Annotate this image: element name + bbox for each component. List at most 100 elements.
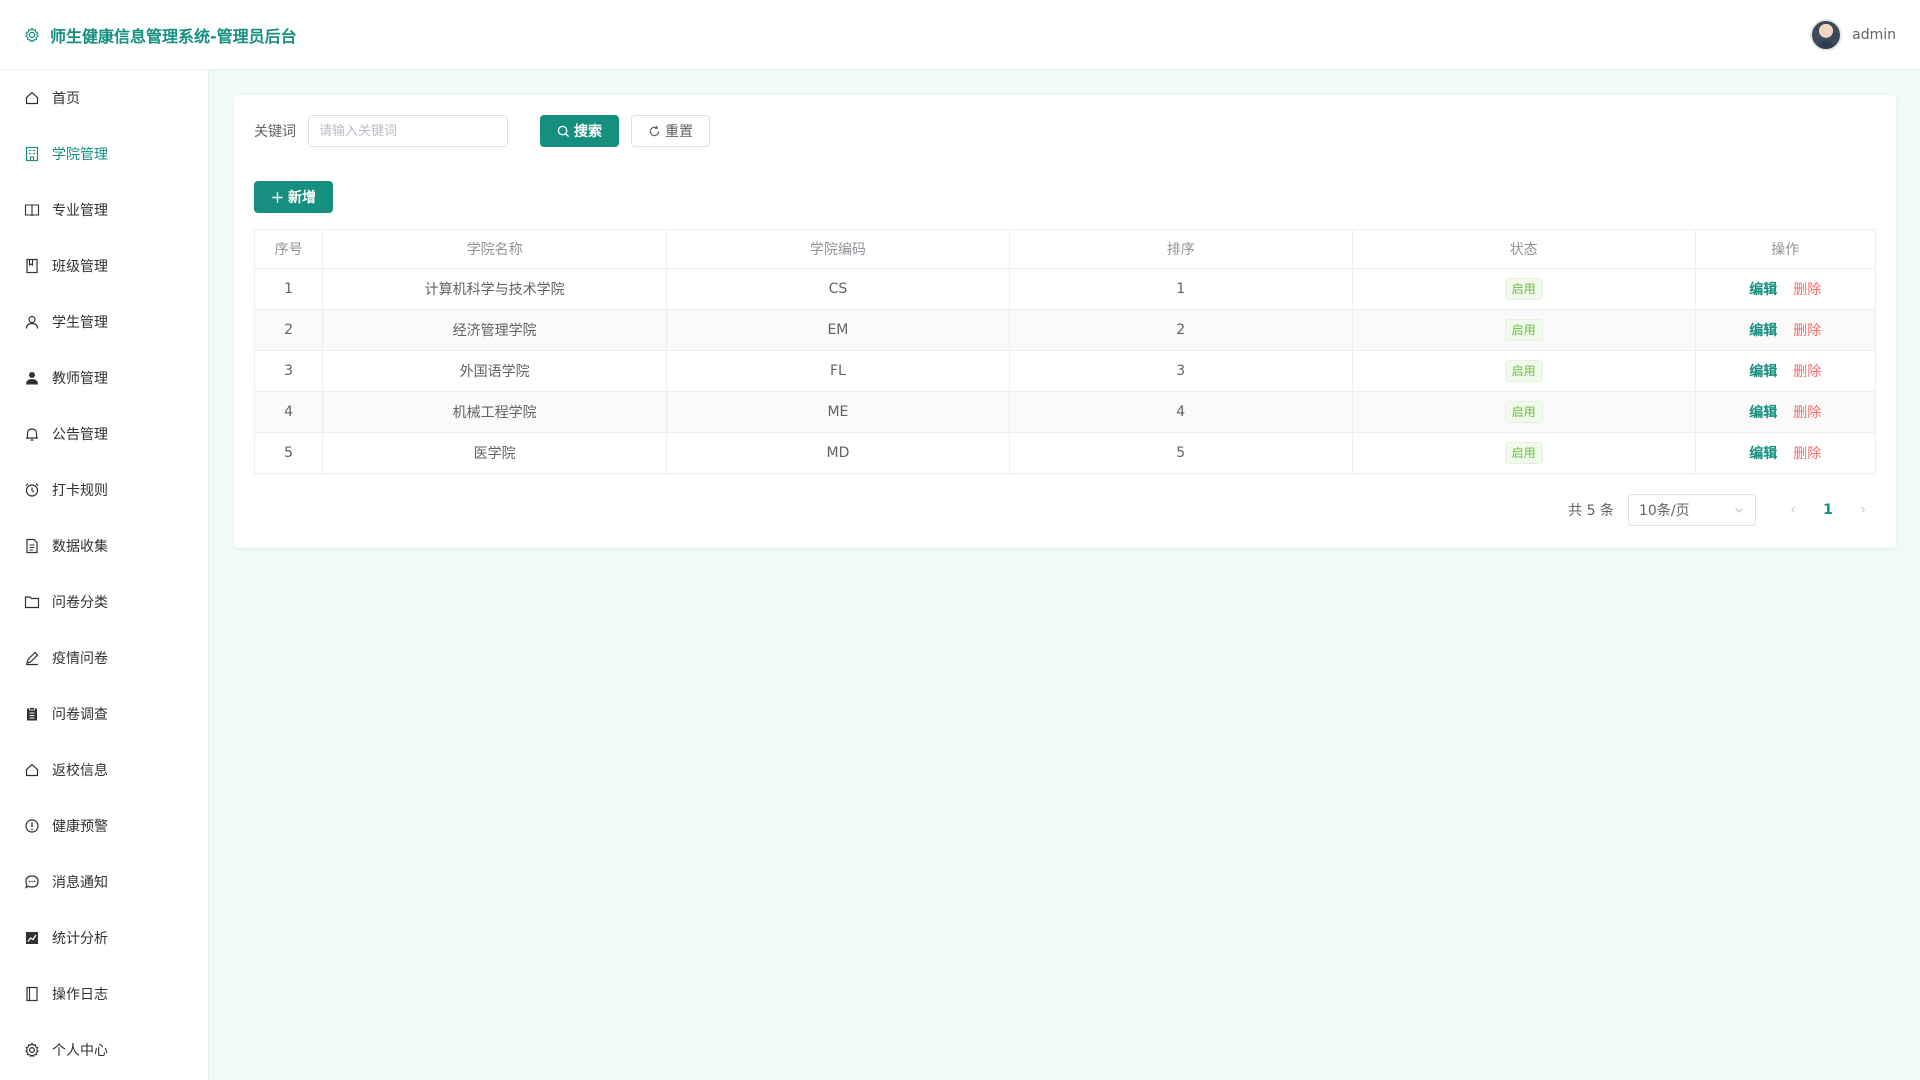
keyword-input[interactable] <box>308 115 508 147</box>
cell-code: CS <box>666 268 1010 310</box>
log-book-icon <box>26 986 38 1002</box>
building-icon <box>25 146 39 162</box>
sidebar-item-major[interactable]: 专业管理 <box>0 182 208 238</box>
cell-index: 3 <box>253 350 324 392</box>
cell-code: ME <box>666 391 1010 433</box>
edit-link[interactable]: 编辑 <box>1749 405 1777 421</box>
delete-link[interactable]: 删除 <box>1793 405 1821 421</box>
table-row: 2 经济管理学院 EM 2 启用 编辑 删除 <box>253 309 1877 351</box>
delete-link[interactable]: 删除 <box>1793 323 1821 339</box>
sidebar-item-label: 班级管理 <box>52 259 108 275</box>
cell-name: 计算机科学与技术学院 <box>322 268 667 310</box>
folder-icon <box>24 596 40 609</box>
cell-status: 启用 <box>1351 309 1696 351</box>
cell-name: 医学院 <box>322 432 667 474</box>
column-header-sort: 排序 <box>1008 229 1353 269</box>
sidebar-item-college[interactable]: 学院管理 <box>0 126 208 182</box>
delete-link[interactable]: 删除 <box>1793 282 1821 298</box>
cell-actions: 编辑 删除 <box>1694 268 1877 310</box>
cell-status: 启用 <box>1351 268 1696 310</box>
delete-link[interactable]: 删除 <box>1793 364 1821 380</box>
document-icon <box>26 538 38 554</box>
sidebar-item-label: 问卷分类 <box>52 595 108 611</box>
username[interactable]: admin <box>1852 27 1896 43</box>
page-size-select[interactable]: 10条/页 <box>1628 494 1756 526</box>
sidebar-item-label: 公告管理 <box>52 427 108 443</box>
house-icon <box>25 763 39 777</box>
cell-actions: 编辑 删除 <box>1694 309 1877 351</box>
sidebar-item-profile[interactable]: 个人中心 <box>0 1022 208 1078</box>
search-button[interactable]: 搜索 <box>540 115 619 147</box>
sidebar-item-questionnaire-category[interactable]: 问卷分类 <box>0 574 208 630</box>
sidebar-item-label: 消息通知 <box>52 875 108 891</box>
cell-code: EM <box>666 309 1010 351</box>
column-header-status: 状态 <box>1351 229 1696 269</box>
sidebar-item-label: 数据收集 <box>52 539 108 555</box>
notebook-icon <box>26 258 38 274</box>
cell-name: 经济管理学院 <box>322 309 667 351</box>
status-badge: 启用 <box>1504 401 1543 423</box>
reset-button[interactable]: 重置 <box>631 115 710 147</box>
delete-link[interactable]: 删除 <box>1793 446 1821 462</box>
sidebar: 首页 学院管理 专业管理 班级管理 学生管理 教师管理 公告管理 打卡规则 数据… <box>0 70 209 1080</box>
sidebar-item-class[interactable]: 班级管理 <box>0 238 208 294</box>
cell-index: 4 <box>253 391 324 433</box>
keyword-label: 关键词 <box>254 124 296 140</box>
cell-actions: 编辑 删除 <box>1694 391 1877 433</box>
warning-icon <box>25 819 39 833</box>
next-page-button[interactable]: › <box>1854 502 1872 518</box>
user-menu[interactable]: admin <box>1810 18 1896 51</box>
main-card: 关键词 搜索 重置 新增 序号 学院名称 学院编码 排序 状态 操作 <box>234 95 1896 548</box>
cell-name: 机械工程学院 <box>322 391 667 433</box>
app-title: 师生健康信息管理系统-管理员后台 <box>50 26 297 46</box>
add-button-label: 新增 <box>288 190 316 206</box>
sidebar-item-return-info[interactable]: 返校信息 <box>0 742 208 798</box>
table-row: 3 外国语学院 FL 3 启用 编辑 删除 <box>253 350 1877 392</box>
reset-button-label: 重置 <box>665 124 693 140</box>
cell-index: 2 <box>253 309 324 351</box>
sidebar-item-messages[interactable]: 消息通知 <box>0 854 208 910</box>
avatar[interactable] <box>1810 18 1843 51</box>
column-header-name: 学院名称 <box>322 229 667 269</box>
chat-icon <box>25 875 39 889</box>
sidebar-item-checkin-rules[interactable]: 打卡规则 <box>0 462 208 518</box>
add-button[interactable]: 新增 <box>254 181 333 213</box>
bell-icon <box>26 428 38 441</box>
status-badge: 启用 <box>1504 360 1543 382</box>
cell-actions: 编辑 删除 <box>1694 350 1877 392</box>
column-header-actions: 操作 <box>1694 229 1877 269</box>
cell-sort: 3 <box>1008 350 1353 392</box>
sidebar-item-operation-log[interactable]: 操作日志 <box>0 966 208 1022</box>
sidebar-item-health-warning[interactable]: 健康预警 <box>0 798 208 854</box>
sidebar-item-announcement[interactable]: 公告管理 <box>0 406 208 462</box>
edit-link[interactable]: 编辑 <box>1749 323 1777 339</box>
cell-actions: 编辑 删除 <box>1694 432 1877 474</box>
cell-sort: 2 <box>1008 309 1353 351</box>
sidebar-item-label: 首页 <box>52 91 80 107</box>
brand: 师生健康信息管理系统-管理员后台 <box>24 23 297 47</box>
sidebar-item-label: 问卷调查 <box>52 707 108 723</box>
sidebar-item-teacher[interactable]: 教师管理 <box>0 350 208 406</box>
sidebar-item-label: 疫情问卷 <box>52 651 108 667</box>
sidebar-item-statistics[interactable]: 统计分析 <box>0 910 208 966</box>
sidebar-item-epidemic-questionnaire[interactable]: 疫情问卷 <box>0 630 208 686</box>
sidebar-item-home[interactable]: 首页 <box>0 70 208 126</box>
edit-link[interactable]: 编辑 <box>1749 446 1777 462</box>
table-row: 5 医学院 MD 5 启用 编辑 删除 <box>253 432 1877 474</box>
sidebar-item-student[interactable]: 学生管理 <box>0 294 208 350</box>
total-count: 共 5 条 <box>1568 503 1614 519</box>
prev-page-button[interactable]: ‹ <box>1784 502 1802 518</box>
sidebar-item-survey[interactable]: 问卷调查 <box>0 686 208 742</box>
page-size-value: 10条/页 <box>1639 503 1690 519</box>
sidebar-item-label: 个人中心 <box>52 1043 108 1059</box>
sidebar-item-label: 操作日志 <box>52 987 108 1003</box>
cell-code: FL <box>666 350 1010 392</box>
top-header: 师生健康信息管理系统-管理员后台 admin <box>0 0 1920 70</box>
cell-status: 启用 <box>1351 391 1696 433</box>
edit-link[interactable]: 编辑 <box>1749 282 1777 298</box>
page-number-current[interactable]: 1 <box>1816 502 1840 518</box>
edit-pen-icon <box>26 651 39 666</box>
edit-link[interactable]: 编辑 <box>1749 364 1777 380</box>
sidebar-item-label: 健康预警 <box>52 819 108 835</box>
sidebar-item-data-collection[interactable]: 数据收集 <box>0 518 208 574</box>
